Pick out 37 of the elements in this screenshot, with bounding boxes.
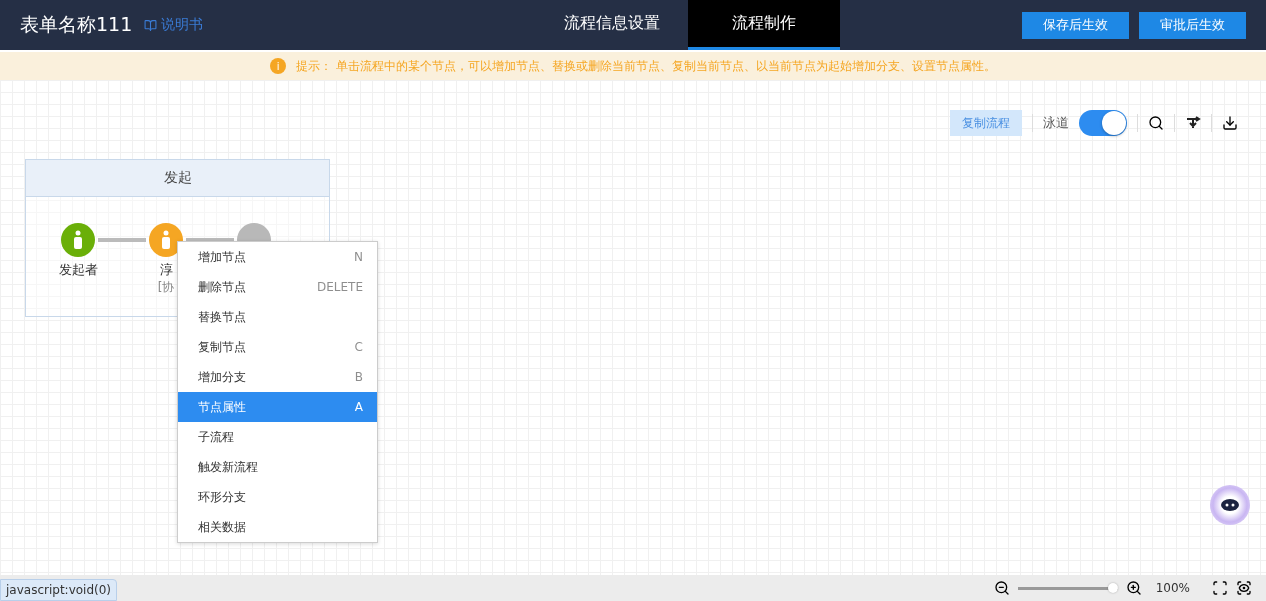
person-node[interactable] bbox=[61, 223, 95, 257]
assistant-robot-icon[interactable] bbox=[1210, 485, 1250, 525]
person-icon bbox=[72, 230, 84, 250]
swimlane-switch[interactable] bbox=[1079, 110, 1127, 136]
menu-item[interactable]: 复制节点 C bbox=[178, 332, 377, 362]
preview-icon[interactable] bbox=[1236, 580, 1252, 596]
menu-item[interactable]: 替换节点 bbox=[178, 302, 377, 332]
zoom-in-icon[interactable] bbox=[1125, 580, 1142, 596]
fit-icon[interactable] bbox=[1212, 580, 1228, 596]
swimlane-label: 泳道 bbox=[1043, 114, 1069, 132]
menu-item[interactable]: 子流程 bbox=[178, 422, 377, 452]
menu-item[interactable]: 环形分支 bbox=[178, 482, 377, 512]
person-node[interactable] bbox=[149, 223, 183, 257]
form-title: 表单名称111 bbox=[20, 12, 133, 37]
zoom-out-icon[interactable] bbox=[993, 580, 1010, 596]
lane-title: 发起 bbox=[26, 160, 329, 197]
tab[interactable]: 流程信息设置 bbox=[536, 0, 688, 50]
node-sublabel: [协 bbox=[157, 279, 175, 296]
menu-item[interactable]: 相关数据 bbox=[178, 512, 377, 542]
zoom-reading: 100% bbox=[1155, 581, 1190, 595]
tip-text: 提示： 单击流程中的某个节点，可以增加节点、替换或删除当前节点、复制当前节点、以当前节点为起始增加分支、设置节点属性。 bbox=[296, 57, 996, 75]
header-button[interactable]: 审批后生效 bbox=[1139, 11, 1246, 39]
menu-item[interactable]: 增加分支 B bbox=[178, 362, 377, 392]
node-label: 发起者 bbox=[58, 261, 98, 279]
tab[interactable]: 流程制作 bbox=[688, 0, 840, 50]
node-label: 淳 bbox=[159, 261, 173, 279]
menu-item[interactable]: 增加节点 N bbox=[178, 242, 377, 272]
status-url: javascript:void(0) bbox=[0, 579, 118, 601]
info-icon: i bbox=[270, 58, 287, 74]
menu-item[interactable]: 触发新流程 bbox=[178, 452, 377, 482]
search-icon[interactable] bbox=[1148, 115, 1164, 131]
layout-icon[interactable] bbox=[1185, 115, 1201, 131]
book-icon bbox=[144, 18, 158, 32]
download-icon[interactable] bbox=[1222, 115, 1238, 131]
person-icon bbox=[160, 230, 172, 250]
menu-item[interactable]: 删除节点 DELETE bbox=[178, 272, 377, 302]
header-button[interactable]: 保存后生效 bbox=[1022, 11, 1129, 39]
